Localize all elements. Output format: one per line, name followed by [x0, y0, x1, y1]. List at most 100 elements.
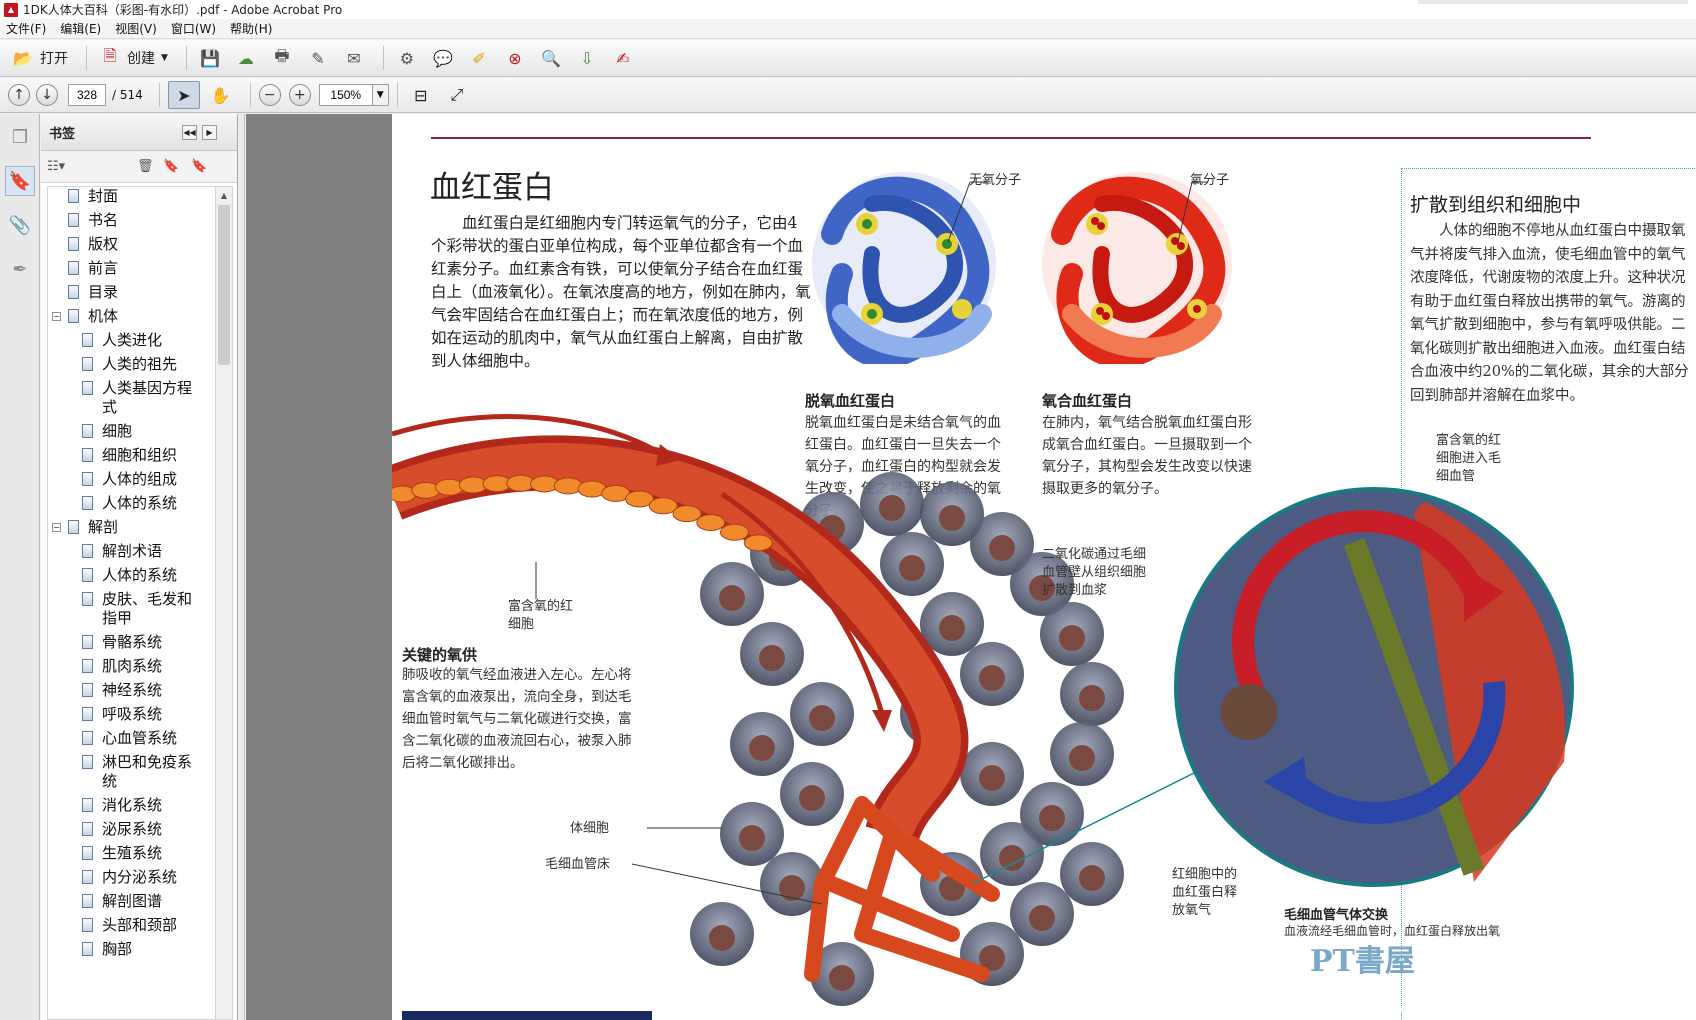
- cloud-upload-icon: ☁: [237, 48, 254, 68]
- delete-bookmark-button[interactable]: 🗑: [137, 159, 154, 174]
- bookmark-label: 目录: [88, 283, 119, 301]
- gear-icon: ⚙: [399, 48, 415, 68]
- print-button[interactable]: 🖶: [267, 44, 297, 72]
- body-cell: [1221, 684, 1277, 740]
- bookmark-page-icon: [82, 381, 93, 395]
- list-options-icon: ☷▾: [47, 159, 66, 174]
- select-tool-button[interactable]: ➤: [167, 81, 200, 109]
- previous-page-button[interactable]: ↑: [8, 84, 30, 106]
- bookmark-item[interactable]: 人体的系统: [48, 494, 215, 513]
- bookmark-item[interactable]: 书名: [48, 211, 215, 230]
- hand-icon: ✋: [210, 85, 231, 105]
- bookmark-item[interactable]: 人类的祖先: [48, 355, 215, 374]
- bookmark-label: 书名: [88, 211, 119, 229]
- bookmark-item[interactable]: 生殖系统: [48, 844, 215, 863]
- ocr-button[interactable]: 🔍: [536, 44, 566, 72]
- bookmark-page-icon: [82, 894, 93, 908]
- page-thumbnails-button[interactable]: ❐: [5, 122, 35, 152]
- panel-splitter[interactable]: [239, 114, 245, 1020]
- folder-icon: 📂: [13, 48, 33, 68]
- bookmark-item[interactable]: 细胞: [48, 422, 215, 441]
- bookmark-page-icon: [82, 424, 93, 438]
- bookmark-item[interactable]: 淋巴和免疫系统: [48, 753, 215, 791]
- hand-tool-button[interactable]: ✋: [206, 81, 236, 109]
- arrow-up-icon: ↑: [13, 87, 25, 103]
- bookmark-item[interactable]: 版权: [48, 235, 215, 254]
- bookmark-item[interactable]: 前言: [48, 259, 215, 278]
- panel-options-button[interactable]: ▶: [202, 125, 217, 140]
- page-number-input[interactable]: [68, 84, 106, 106]
- create-button[interactable]: 🗎 创建 ▼: [95, 44, 172, 72]
- bookmark-item[interactable]: 胸部: [48, 940, 215, 959]
- bookmark-item[interactable]: − 机体: [48, 307, 215, 326]
- delete-button[interactable]: ⊗: [500, 44, 530, 72]
- zoom-out-button[interactable]: −: [258, 84, 281, 106]
- bookmark-item[interactable]: 肌肉系统: [48, 657, 215, 676]
- save-button[interactable]: 💾: [195, 44, 225, 72]
- bookmark-item[interactable]: 神经系统: [48, 681, 215, 700]
- new-bookmark-button[interactable]: 🔖: [163, 159, 179, 174]
- open-button[interactable]: 📂 打开: [8, 44, 72, 72]
- bookmark-item[interactable]: 人体的系统: [48, 566, 215, 585]
- collapse-panel-button[interactable]: ◀◀: [182, 125, 197, 140]
- cursor-arrow-icon: ➤: [177, 85, 191, 105]
- zoom-level-input[interactable]: [318, 84, 373, 106]
- bookmark-page-icon: [82, 798, 93, 812]
- collapse-toggle-icon[interactable]: −: [52, 523, 61, 532]
- signatures-button[interactable]: ✒: [5, 254, 35, 284]
- highlight-button[interactable]: ✐: [464, 44, 494, 72]
- attachments-button[interactable]: 📎: [5, 210, 35, 240]
- bookmark-item[interactable]: 目录: [48, 283, 215, 302]
- comment-button[interactable]: 💬: [428, 44, 458, 72]
- export-button[interactable]: ⇩: [572, 44, 602, 72]
- menu-item[interactable]: 视图(V): [115, 20, 157, 37]
- plus-icon: +: [293, 87, 306, 103]
- menu-item[interactable]: 窗口(W): [171, 20, 216, 37]
- bookmark-item[interactable]: − 解剖: [48, 518, 215, 537]
- bookmark-item[interactable]: 消化系统: [48, 796, 215, 815]
- email-button[interactable]: ✉: [339, 44, 369, 72]
- sign-button[interactable]: ✍: [608, 44, 638, 72]
- bookmarks-tree: 封面书名版权前言目录 − 机体人类进化人类的祖先人类基因方程式细胞细胞和组织人体的组…: [47, 186, 215, 1020]
- bookmark-item[interactable]: 骨骼系统: [48, 633, 215, 652]
- upload-button[interactable]: ☁: [231, 44, 261, 72]
- page-total: / 514: [112, 88, 143, 102]
- menu-item[interactable]: 编辑(E): [60, 20, 101, 37]
- menu-item[interactable]: 文件(F): [6, 20, 46, 37]
- bookmark-item[interactable]: 人类基因方程式: [48, 379, 215, 417]
- menu-item[interactable]: 帮助(H): [230, 20, 272, 37]
- bookmark-item[interactable]: 细胞和组织: [48, 446, 215, 465]
- bookmark-item[interactable]: 头部和颈部: [48, 916, 215, 935]
- bookmark-icon: 🔖: [8, 170, 32, 192]
- bookmark-item[interactable]: 泌尿系统: [48, 820, 215, 839]
- bookmark-item[interactable]: 人体的组成: [48, 470, 215, 489]
- expand-bookmark-button[interactable]: 🔖: [191, 159, 207, 174]
- signature-pen-icon: ✒: [12, 258, 28, 280]
- main-toolbar: 📂 打开 🗎 创建 ▼ 💾 ☁ 🖶 ✎ ✉ ⚙ 💬 ✐ ⊗ 🔍 ⇩ ✍: [0, 40, 1696, 77]
- fit-page-button[interactable]: ⊟: [406, 81, 436, 109]
- bookmark-item[interactable]: 解剖图谱: [48, 892, 215, 911]
- settings-button[interactable]: ⚙: [392, 44, 422, 72]
- bookmark-item[interactable]: 心血管系统: [48, 729, 215, 748]
- bookmark-item[interactable]: 呼吸系统: [48, 705, 215, 724]
- edit-button[interactable]: ✎: [303, 44, 333, 72]
- tissue-cell: [720, 802, 784, 866]
- bookmark-item[interactable]: 内分泌系统: [48, 868, 215, 887]
- bookmark-page-icon: [82, 755, 93, 769]
- bookmarks-button[interactable]: 🔖: [5, 166, 35, 196]
- collapse-toggle-icon[interactable]: −: [52, 312, 61, 321]
- zoom-in-button[interactable]: +: [288, 84, 311, 106]
- options-menu-button[interactable]: ☷▾: [47, 159, 65, 174]
- bookmark-item[interactable]: 解剖术语: [48, 542, 215, 561]
- bookmark-page-icon: [82, 731, 93, 745]
- bookmark-item[interactable]: 皮肤、毛发和指甲: [48, 590, 215, 628]
- bookmarks-scrollbar[interactable]: ▲: [215, 186, 233, 1020]
- bookmark-page-icon: [68, 189, 79, 203]
- full-screen-button[interactable]: ⤢: [442, 81, 472, 109]
- next-page-button[interactable]: ↓: [36, 84, 58, 106]
- bookmark-item[interactable]: 人类进化: [48, 331, 215, 350]
- zoom-dropdown-button[interactable]: ▼: [372, 84, 389, 106]
- bookmark-item[interactable]: 封面: [48, 187, 215, 206]
- scrollbar-thumb[interactable]: [218, 205, 230, 365]
- tissue-cell: [700, 562, 764, 626]
